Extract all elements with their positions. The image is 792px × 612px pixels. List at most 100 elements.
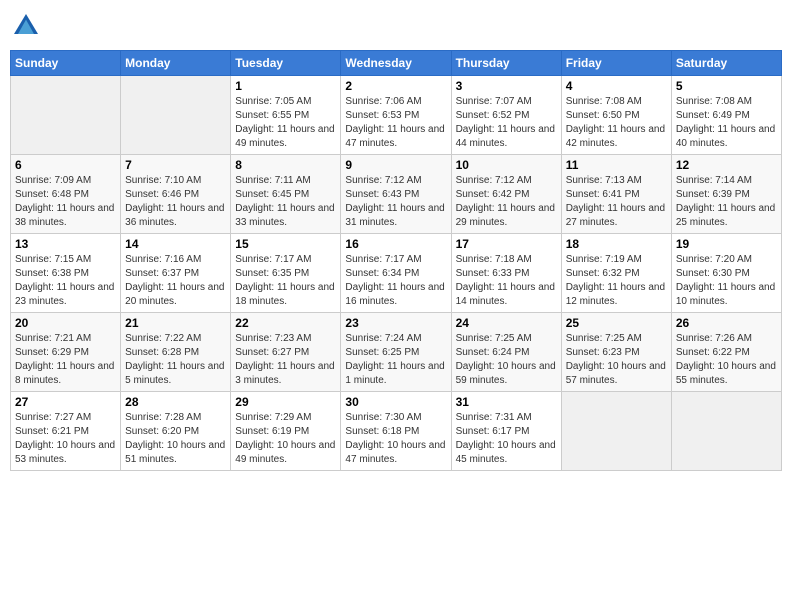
calendar-cell: 4 Sunrise: 7:08 AM Sunset: 6:50 PM Daylig… bbox=[561, 76, 671, 155]
calendar-cell: 9 Sunrise: 7:12 AM Sunset: 6:43 PM Daylig… bbox=[341, 155, 451, 234]
calendar-cell: 21 Sunrise: 7:22 AM Sunset: 6:28 PM Dayli… bbox=[121, 313, 231, 392]
day-number: 28 bbox=[125, 395, 226, 409]
day-number: 30 bbox=[345, 395, 446, 409]
day-number: 16 bbox=[345, 237, 446, 251]
day-info: Sunrise: 7:07 AM Sunset: 6:52 PM Dayligh… bbox=[456, 95, 557, 151]
day-info: Sunrise: 7:15 AM Sunset: 6:38 PM Dayligh… bbox=[15, 253, 116, 309]
day-info: Sunrise: 7:17 AM Sunset: 6:35 PM Dayligh… bbox=[235, 253, 336, 309]
day-info: Sunrise: 7:16 AM Sunset: 6:37 PM Dayligh… bbox=[125, 253, 226, 309]
day-number: 2 bbox=[345, 79, 446, 93]
calendar-cell: 11 Sunrise: 7:13 AM Sunset: 6:41 PM Dayli… bbox=[561, 155, 671, 234]
day-info: Sunrise: 7:12 AM Sunset: 6:42 PM Dayligh… bbox=[456, 174, 557, 230]
calendar-cell: 1 Sunrise: 7:05 AM Sunset: 6:55 PM Daylig… bbox=[231, 76, 341, 155]
calendar-cell bbox=[671, 392, 781, 471]
week-row-2: 6Sunrise: 7:09 AM Sunset: 6:48 PM Daylig… bbox=[11, 155, 782, 234]
calendar-cell: 31 Sunrise: 7:31 AM Sunset: 6:17 PM Dayli… bbox=[451, 392, 561, 471]
day-info: Sunrise: 7:31 AM Sunset: 6:17 PM Dayligh… bbox=[456, 411, 557, 467]
calendar-cell: 26 Sunrise: 7:26 AM Sunset: 6:22 PM Dayli… bbox=[671, 313, 781, 392]
calendar-cell: 12 Sunrise: 7:14 AM Sunset: 6:39 PM Dayli… bbox=[671, 155, 781, 234]
calendar-cell: 6Sunrise: 7:09 AM Sunset: 6:48 PM Daylig… bbox=[11, 155, 121, 234]
day-number: 22 bbox=[235, 316, 336, 330]
day-number: 23 bbox=[345, 316, 446, 330]
week-row-5: 27 Sunrise: 7:27 AM Sunset: 6:21 PM Dayli… bbox=[11, 392, 782, 471]
day-number: 29 bbox=[235, 395, 336, 409]
day-number: 25 bbox=[566, 316, 667, 330]
calendar-cell: 7 Sunrise: 7:10 AM Sunset: 6:46 PM Daylig… bbox=[121, 155, 231, 234]
logo-icon bbox=[10, 10, 42, 42]
day-number: 17 bbox=[456, 237, 557, 251]
day-number: 8 bbox=[235, 158, 336, 172]
day-info: Sunrise: 7:06 AM Sunset: 6:53 PM Dayligh… bbox=[345, 95, 446, 151]
calendar-cell: 29 Sunrise: 7:29 AM Sunset: 6:19 PM Dayli… bbox=[231, 392, 341, 471]
calendar-cell bbox=[561, 392, 671, 471]
day-info: Sunrise: 7:13 AM Sunset: 6:41 PM Dayligh… bbox=[566, 174, 667, 230]
day-number: 5 bbox=[676, 79, 777, 93]
day-info: Sunrise: 7:26 AM Sunset: 6:22 PM Dayligh… bbox=[676, 332, 777, 388]
day-info: Sunrise: 7:20 AM Sunset: 6:30 PM Dayligh… bbox=[676, 253, 777, 309]
day-info: Sunrise: 7:25 AM Sunset: 6:23 PM Dayligh… bbox=[566, 332, 667, 388]
day-number: 3 bbox=[456, 79, 557, 93]
day-info: Sunrise: 7:28 AM Sunset: 6:20 PM Dayligh… bbox=[125, 411, 226, 467]
day-number: 26 bbox=[676, 316, 777, 330]
day-number: 14 bbox=[125, 237, 226, 251]
page-header bbox=[10, 10, 782, 42]
logo bbox=[10, 10, 46, 42]
day-info: Sunrise: 7:12 AM Sunset: 6:43 PM Dayligh… bbox=[345, 174, 446, 230]
day-number: 31 bbox=[456, 395, 557, 409]
calendar-cell bbox=[11, 76, 121, 155]
day-info: Sunrise: 7:27 AM Sunset: 6:21 PM Dayligh… bbox=[15, 411, 116, 467]
day-number: 1 bbox=[235, 79, 336, 93]
calendar-cell: 8 Sunrise: 7:11 AM Sunset: 6:45 PM Daylig… bbox=[231, 155, 341, 234]
calendar-cell: 14 Sunrise: 7:16 AM Sunset: 6:37 PM Dayli… bbox=[121, 234, 231, 313]
day-info: Sunrise: 7:25 AM Sunset: 6:24 PM Dayligh… bbox=[456, 332, 557, 388]
calendar-cell: 5 Sunrise: 7:08 AM Sunset: 6:49 PM Daylig… bbox=[671, 76, 781, 155]
day-number: 13 bbox=[15, 237, 116, 251]
calendar-cell: 25 Sunrise: 7:25 AM Sunset: 6:23 PM Dayli… bbox=[561, 313, 671, 392]
day-number: 4 bbox=[566, 79, 667, 93]
day-number: 19 bbox=[676, 237, 777, 251]
day-number: 27 bbox=[15, 395, 116, 409]
day-header-thursday: Thursday bbox=[451, 51, 561, 76]
week-row-3: 13 Sunrise: 7:15 AM Sunset: 6:38 PM Dayli… bbox=[11, 234, 782, 313]
day-header-monday: Monday bbox=[121, 51, 231, 76]
day-number: 9 bbox=[345, 158, 446, 172]
calendar-header-row: SundayMondayTuesdayWednesdayThursdayFrid… bbox=[11, 51, 782, 76]
day-info: Sunrise: 7:19 AM Sunset: 6:32 PM Dayligh… bbox=[566, 253, 667, 309]
day-info: Sunrise: 7:23 AM Sunset: 6:27 PM Dayligh… bbox=[235, 332, 336, 388]
day-info: Sunrise: 7:22 AM Sunset: 6:28 PM Dayligh… bbox=[125, 332, 226, 388]
day-header-friday: Friday bbox=[561, 51, 671, 76]
day-info: Sunrise: 7:21 AM Sunset: 6:29 PM Dayligh… bbox=[15, 332, 116, 388]
day-number: 10 bbox=[456, 158, 557, 172]
calendar-cell: 2 Sunrise: 7:06 AM Sunset: 6:53 PM Daylig… bbox=[341, 76, 451, 155]
week-row-4: 20 Sunrise: 7:21 AM Sunset: 6:29 PM Dayli… bbox=[11, 313, 782, 392]
calendar-cell: 28 Sunrise: 7:28 AM Sunset: 6:20 PM Dayli… bbox=[121, 392, 231, 471]
calendar-cell: 20 Sunrise: 7:21 AM Sunset: 6:29 PM Dayli… bbox=[11, 313, 121, 392]
day-info: Sunrise: 7:11 AM Sunset: 6:45 PM Dayligh… bbox=[235, 174, 336, 230]
day-info: Sunrise: 7:29 AM Sunset: 6:19 PM Dayligh… bbox=[235, 411, 336, 467]
day-number: 7 bbox=[125, 158, 226, 172]
day-header-wednesday: Wednesday bbox=[341, 51, 451, 76]
calendar: SundayMondayTuesdayWednesdayThursdayFrid… bbox=[10, 50, 782, 471]
day-info: Sunrise: 7:08 AM Sunset: 6:50 PM Dayligh… bbox=[566, 95, 667, 151]
day-info: Sunrise: 7:08 AM Sunset: 6:49 PM Dayligh… bbox=[676, 95, 777, 151]
calendar-cell: 10 Sunrise: 7:12 AM Sunset: 6:42 PM Dayli… bbox=[451, 155, 561, 234]
calendar-cell: 13 Sunrise: 7:15 AM Sunset: 6:38 PM Dayli… bbox=[11, 234, 121, 313]
day-number: 20 bbox=[15, 316, 116, 330]
calendar-cell: 27 Sunrise: 7:27 AM Sunset: 6:21 PM Dayli… bbox=[11, 392, 121, 471]
day-header-sunday: Sunday bbox=[11, 51, 121, 76]
day-number: 11 bbox=[566, 158, 667, 172]
day-number: 21 bbox=[125, 316, 226, 330]
calendar-cell bbox=[121, 76, 231, 155]
day-info: Sunrise: 7:05 AM Sunset: 6:55 PM Dayligh… bbox=[235, 95, 336, 151]
calendar-cell: 17Sunrise: 7:18 AM Sunset: 6:33 PM Dayli… bbox=[451, 234, 561, 313]
day-info: Sunrise: 7:14 AM Sunset: 6:39 PM Dayligh… bbox=[676, 174, 777, 230]
day-info: Sunrise: 7:17 AM Sunset: 6:34 PM Dayligh… bbox=[345, 253, 446, 309]
day-number: 15 bbox=[235, 237, 336, 251]
day-number: 18 bbox=[566, 237, 667, 251]
calendar-cell: 30Sunrise: 7:30 AM Sunset: 6:18 PM Dayli… bbox=[341, 392, 451, 471]
calendar-cell: 23Sunrise: 7:24 AM Sunset: 6:25 PM Dayli… bbox=[341, 313, 451, 392]
calendar-cell: 24Sunrise: 7:25 AM Sunset: 6:24 PM Dayli… bbox=[451, 313, 561, 392]
day-info: Sunrise: 7:09 AM Sunset: 6:48 PM Dayligh… bbox=[15, 174, 116, 230]
day-number: 12 bbox=[676, 158, 777, 172]
day-info: Sunrise: 7:10 AM Sunset: 6:46 PM Dayligh… bbox=[125, 174, 226, 230]
